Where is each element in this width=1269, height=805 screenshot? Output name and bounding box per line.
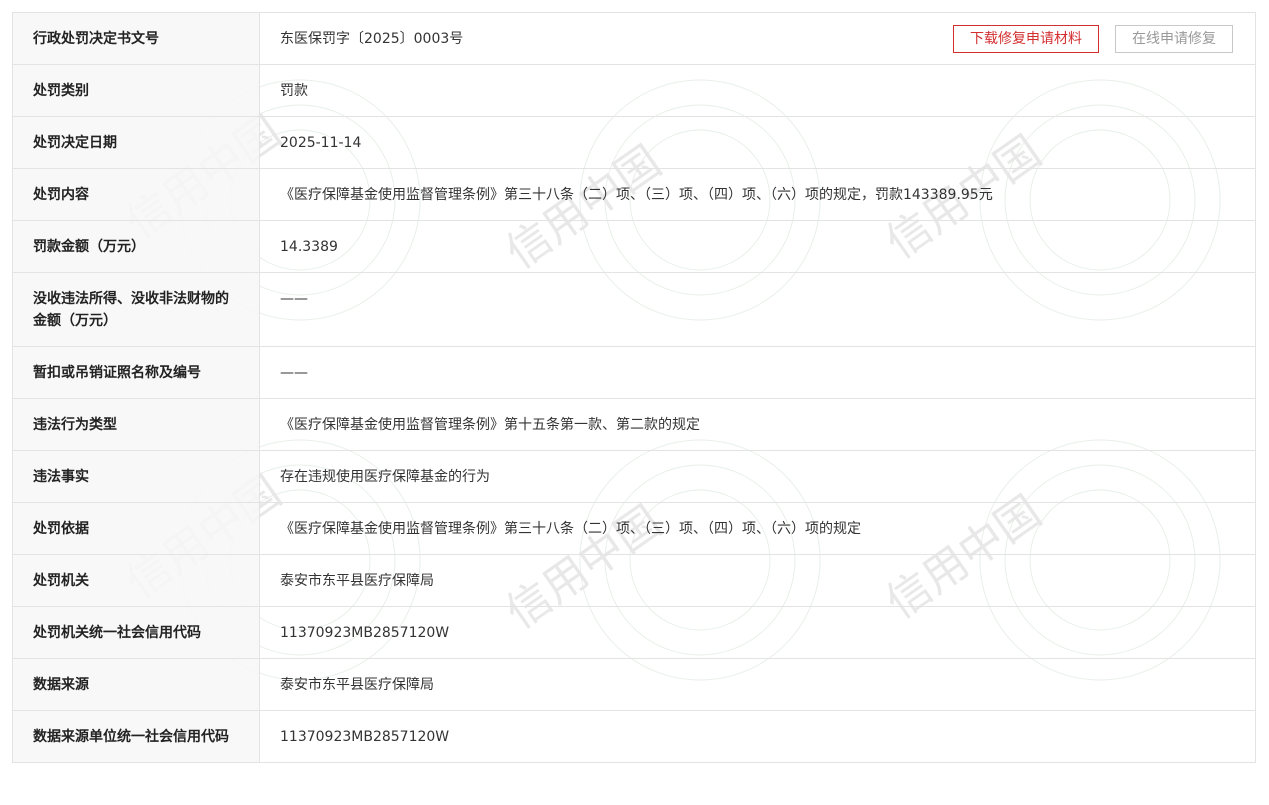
field-label: 行政处罚决定书文号 xyxy=(12,12,260,65)
field-value: 14.3389 xyxy=(259,220,1256,273)
table-row: 处罚机关 泰安市东平县医疗保障局 xyxy=(12,554,1256,607)
table-row: 处罚依据 《医疗保障基金使用监督管理条例》第三十八条（二）项、（三）项、（四）项… xyxy=(12,502,1256,555)
table-row: 处罚机关统一社会信用代码 11370923MB2857120W xyxy=(12,606,1256,659)
field-label: 数据来源 xyxy=(12,658,260,711)
field-value: —— xyxy=(259,346,1256,399)
field-value: 《医疗保障基金使用监督管理条例》第十五条第一款、第二款的规定 xyxy=(259,398,1256,451)
field-value: 存在违规使用医疗保障基金的行为 xyxy=(259,450,1256,503)
penalty-detail-table: 行政处罚决定书文号 东医保罚字〔2025〕0003号 下载修复申请材料 在线申请… xyxy=(12,12,1256,763)
table-row: 没收违法所得、没收非法财物的金额（万元） —— xyxy=(12,272,1256,347)
field-value: 《医疗保障基金使用监督管理条例》第三十八条（二）项、（三）项、（四）项、（六）项… xyxy=(259,502,1256,555)
table-row: 罚款金额（万元） 14.3389 xyxy=(12,220,1256,273)
field-value: 东医保罚字〔2025〕0003号 xyxy=(280,31,464,47)
field-value: 11370923MB2857120W xyxy=(259,606,1256,659)
field-label: 处罚决定日期 xyxy=(12,116,260,169)
table-row: 处罚决定日期 2025-11-14 xyxy=(12,116,1256,169)
table-row: 违法行为类型 《医疗保障基金使用监督管理条例》第十五条第一款、第二款的规定 xyxy=(12,398,1256,451)
table-row: 暂扣或吊销证照名称及编号 —— xyxy=(12,346,1256,399)
field-value: 罚款 xyxy=(259,64,1256,117)
table-row: 数据来源单位统一社会信用代码 11370923MB2857120W xyxy=(12,710,1256,763)
online-repair-apply-button[interactable]: 在线申请修复 xyxy=(1115,25,1233,53)
field-label: 处罚类别 xyxy=(12,64,260,117)
field-value: 2025-11-14 xyxy=(259,116,1256,169)
table-row: 处罚内容 《医疗保障基金使用监督管理条例》第三十八条（二）项、（三）项、（四）项… xyxy=(12,168,1256,221)
field-label: 违法行为类型 xyxy=(12,398,260,451)
field-label: 处罚机关 xyxy=(12,554,260,607)
field-label: 数据来源单位统一社会信用代码 xyxy=(12,710,260,763)
field-value: 《医疗保障基金使用监督管理条例》第三十八条（二）项、（三）项、（四）项、（六）项… xyxy=(259,168,1256,221)
field-value: 泰安市东平县医疗保障局 xyxy=(259,658,1256,711)
field-label: 没收违法所得、没收非法财物的金额（万元） xyxy=(12,272,260,347)
field-label: 处罚机关统一社会信用代码 xyxy=(12,606,260,659)
field-value: 11370923MB2857120W xyxy=(259,710,1256,763)
download-repair-materials-button[interactable]: 下载修复申请材料 xyxy=(953,25,1099,53)
table-row: 违法事实 存在违规使用医疗保障基金的行为 xyxy=(12,450,1256,503)
field-label: 罚款金额（万元） xyxy=(12,220,260,273)
field-value-cell: 东医保罚字〔2025〕0003号 下载修复申请材料 在线申请修复 xyxy=(259,12,1256,65)
field-label: 暂扣或吊销证照名称及编号 xyxy=(12,346,260,399)
table-row: 数据来源 泰安市东平县医疗保障局 xyxy=(12,658,1256,711)
field-value: 泰安市东平县医疗保障局 xyxy=(259,554,1256,607)
action-buttons: 下载修复申请材料 在线申请修复 xyxy=(953,25,1233,53)
table-row: 处罚类别 罚款 xyxy=(12,64,1256,117)
field-label: 违法事实 xyxy=(12,450,260,503)
field-value: —— xyxy=(259,272,1256,347)
field-label: 处罚依据 xyxy=(12,502,260,555)
table-row: 行政处罚决定书文号 东医保罚字〔2025〕0003号 下载修复申请材料 在线申请… xyxy=(12,12,1256,65)
field-label: 处罚内容 xyxy=(12,168,260,221)
